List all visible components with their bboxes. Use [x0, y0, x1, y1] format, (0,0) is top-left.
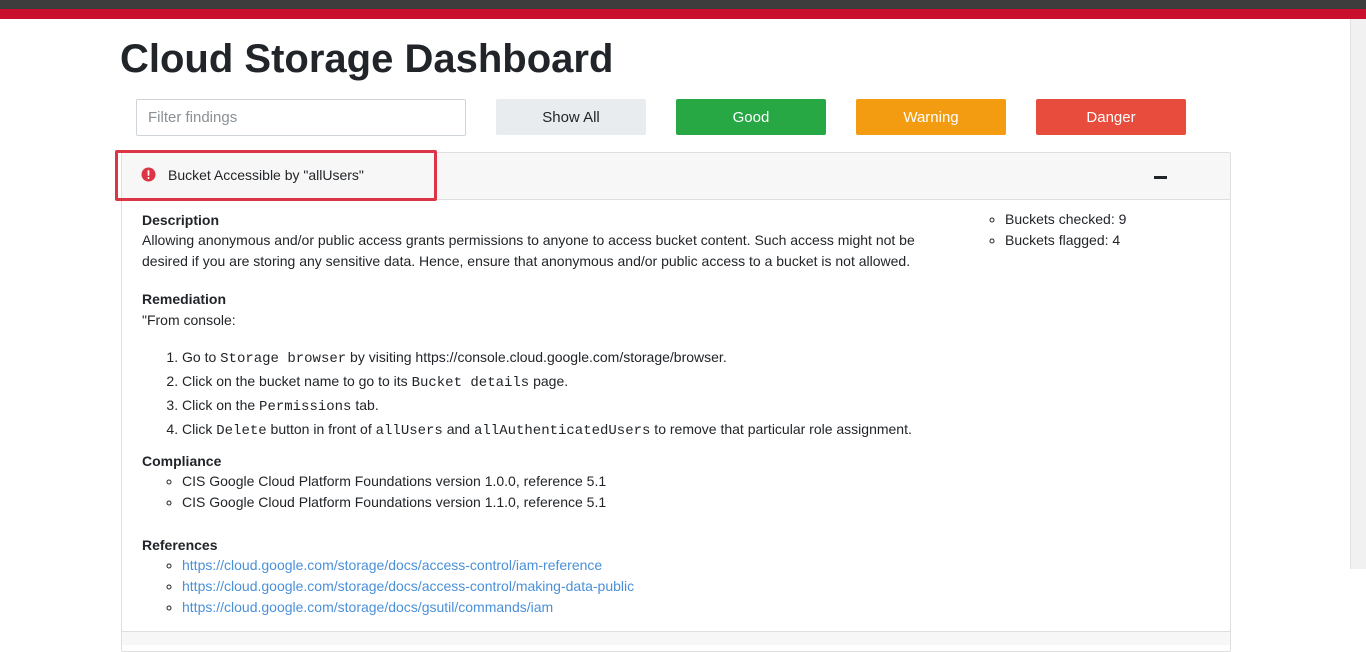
minus-icon [1153, 175, 1167, 179]
warning-filter-button[interactable]: Warning [856, 99, 1006, 135]
remediation-step: Click Delete button in front of allUsers… [182, 418, 982, 442]
top-bar-dark [0, 0, 1366, 9]
reference-item: https://cloud.google.com/storage/docs/gs… [182, 597, 634, 618]
remediation-step: Click on the Permissions tab. [182, 394, 982, 418]
remediation-step: Go to Storage browser by visiting https:… [182, 346, 982, 370]
reference-link[interactable]: https://cloud.google.com/storage/docs/ac… [182, 557, 602, 573]
reference-item: https://cloud.google.com/storage/docs/ac… [182, 576, 634, 597]
remediation-heading: Remediation [142, 291, 227, 307]
collapse-toggle[interactable] [1150, 168, 1170, 186]
remediation-intro: "From console: [142, 312, 236, 328]
reference-link[interactable]: https://cloud.google.com/storage/docs/gs… [182, 599, 553, 615]
filter-findings-input[interactable] [136, 99, 466, 136]
reference-item: https://cloud.google.com/storage/docs/ac… [182, 555, 634, 576]
reference-link[interactable]: https://cloud.google.com/storage/docs/ac… [182, 578, 634, 594]
description-heading: Description [142, 212, 220, 228]
compliance-heading: Compliance [142, 453, 222, 469]
next-card-header [122, 632, 1230, 645]
references-heading: References [142, 537, 218, 553]
stats-list: Buckets checked: 9 Buckets flagged: 4 [965, 209, 1126, 251]
compliance-list: CIS Google Cloud Platform Foundations ve… [142, 471, 606, 513]
page-title: Cloud Storage Dashboard [120, 37, 614, 81]
remediation-steps: Go to Storage browser by visiting https:… [162, 346, 982, 442]
stat-buckets-checked: Buckets checked: 9 [1005, 209, 1126, 230]
remediation-step: Click on the bucket name to go to its Bu… [182, 370, 982, 394]
show-all-button[interactable]: Show All [496, 99, 646, 135]
finding-title[interactable]: Bucket Accessible by "allUsers" [168, 166, 364, 184]
danger-filter-button[interactable]: Danger [1036, 99, 1186, 135]
stat-buckets-flagged: Buckets flagged: 4 [1005, 230, 1126, 251]
description-text: Allowing anonymous and/or public access … [142, 232, 915, 269]
top-bar-accent [0, 9, 1366, 19]
vertical-scrollbar[interactable] [1350, 19, 1366, 569]
compliance-item: CIS Google Cloud Platform Foundations ve… [182, 471, 606, 492]
good-filter-button[interactable]: Good [676, 99, 826, 135]
compliance-item: CIS Google Cloud Platform Foundations ve… [182, 492, 606, 513]
alert-circle-icon [141, 167, 156, 182]
references-list: https://cloud.google.com/storage/docs/ac… [142, 555, 634, 618]
